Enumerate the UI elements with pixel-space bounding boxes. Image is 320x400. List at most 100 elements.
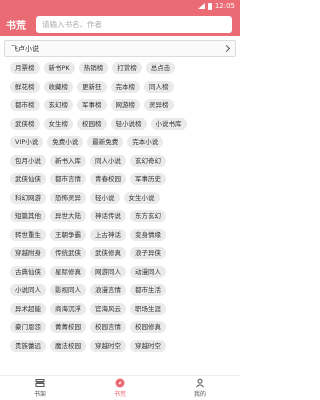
tag-row: 包月小说 新书入库 同人小说 玄幻奇幻 — [10, 154, 236, 167]
tag-row: 武侠仙侠 都市言情 青春校园 军事历史 — [10, 173, 236, 185]
signal-icon — [197, 3, 205, 9]
nav-item-bookshelf[interactable]: 书架 — [10, 378, 70, 398]
category-tag[interactable]: VIP小说 — [10, 136, 44, 148]
bottom-nav: 书架 书荒 我的 — [0, 375, 240, 400]
category-tag[interactable]: 恐怖灵异 — [50, 191, 86, 204]
category-tag[interactable]: 完本小说 — [127, 136, 164, 148]
tag-row: 科幻网游 恐怖灵异 轻小说 女生小说 — [10, 191, 236, 204]
category-tag[interactable]: 浪漫言情 — [90, 284, 126, 296]
category-tag[interactable]: 收藏榜 — [43, 80, 73, 93]
category-tag[interactable]: 武侠榜 — [10, 117, 40, 130]
category-tag[interactable]: 官海风云 — [90, 302, 126, 315]
tag-row: 豪门恩怨 菁菁校园 校园言情 校园修真 — [10, 321, 236, 333]
tag-row: 都市榜 玄幻榜 军事榜 网游榜 灵异榜 — [10, 99, 236, 111]
page-title: 书荒 — [6, 20, 26, 32]
category-tag[interactable]: 浪子异侠 — [130, 247, 166, 259]
search-input[interactable] — [36, 15, 232, 33]
category-tag[interactable]: 女生小说 — [123, 191, 160, 204]
category-tag[interactable]: 异术超能 — [10, 302, 46, 315]
tag-row: 古典仙侠 星际修真 网游同人 动漫同人 — [10, 265, 236, 278]
tag-row: 贵族蕾远 魔法校园 穿越时空 穿越时空 — [10, 339, 236, 352]
category-tag[interactable]: 武侠仙侠 — [10, 173, 46, 185]
category-tag[interactable]: 免费小说 — [47, 136, 84, 148]
category-tag[interactable]: 上古神话 — [90, 228, 126, 241]
category-tag[interactable]: 轻小说榜 — [110, 117, 147, 130]
category-tag[interactable]: 校园修真 — [130, 321, 166, 333]
category-tag[interactable]: 热销榜 — [78, 62, 109, 74]
tag-row: 转世重生 王朝争霸 上古神话 变身情缘 — [10, 228, 236, 241]
chevron-down-icon — [222, 44, 231, 53]
user-icon — [196, 378, 204, 388]
category-tag[interactable]: 最新免费 — [87, 136, 124, 148]
category-tag[interactable]: 打赏榜 — [112, 62, 142, 74]
tag-row: VIP小说 免费小说 最新免费 完本小说 — [10, 136, 236, 148]
category-tag[interactable]: 传统武侠 — [50, 247, 86, 259]
category-tag[interactable]: 贵族蕾远 — [10, 339, 46, 352]
category-tag[interactable]: 古典仙侠 — [10, 265, 46, 278]
category-tag[interactable]: 小说同人 — [10, 284, 46, 296]
category-tag[interactable]: 异世大陆 — [50, 210, 86, 222]
tag-row: 穿越附身 传统武侠 武侠修真 浪子异侠 — [10, 247, 236, 259]
nav-item-shuhuang[interactable]: 书荒 — [90, 378, 150, 398]
category-tag[interactable]: 女生榜 — [43, 117, 73, 130]
category-tag[interactable]: 东方玄幻 — [130, 210, 166, 222]
category-tag[interactable]: 玄幻榜 — [43, 99, 73, 111]
category-tag[interactable]: 鲜花榜 — [10, 80, 40, 93]
category-tag[interactable]: 青春校园 — [90, 173, 126, 185]
category-tag[interactable]: 都市生活 — [130, 284, 166, 296]
tag-row: 鲜花榜 收藏榜 更新狂 完本榜 同人榜 — [10, 80, 236, 93]
nav-label-shuhuang: 书荒 — [113, 391, 126, 398]
tag-row: 月票榜 新书PK 热销榜 打赏榜 总点击 — [10, 62, 236, 74]
category-tag[interactable]: 都市榜 — [10, 99, 40, 111]
category-tag[interactable]: 穿越时空 — [130, 339, 166, 352]
category-tag[interactable]: 玄幻奇幻 — [130, 154, 166, 167]
category-tag[interactable]: 军事榜 — [77, 99, 107, 111]
nav-label-mine: 我的 — [193, 391, 206, 398]
category-panel: 飞卢小说 月票榜 新书PK 热销榜 打赏榜 总点击 鲜花榜 收藏榜 更新狂 完本榜 同人榜 都市榜玄… — [4, 40, 236, 373]
bookshelf-icon — [35, 379, 45, 387]
category-tag[interactable]: 军事历史 — [130, 173, 166, 185]
category-tag[interactable]: 穿越时空 — [90, 339, 126, 352]
category-tag[interactable]: 魔法校园 — [50, 339, 86, 352]
category-tag[interactable]: 灵异榜 — [144, 99, 174, 111]
tag-row: 短篇其他 异世大陆 神话传说 东方玄幻 — [10, 210, 236, 222]
category-tag[interactable]: 小说书库 — [150, 117, 187, 130]
category-tag[interactable]: 总点击 — [145, 62, 176, 74]
category-dropdown-value: 飞卢小说 — [11, 44, 39, 53]
tag-list: 月票榜 新书PK 热销榜 打赏榜 总点击 鲜花榜 收藏榜 更新狂 完本榜 同人榜 都市榜 玄幻榜 军事榜… — [4, 57, 236, 352]
category-tag[interactable]: 月票榜 — [10, 62, 40, 74]
category-tag[interactable]: 科幻网游 — [10, 191, 46, 204]
category-tag[interactable]: 影视同人 — [50, 284, 86, 296]
category-tag[interactable]: 新书PK — [43, 62, 75, 74]
category-tag[interactable]: 轻小说 — [90, 191, 120, 204]
category-dropdown[interactable]: 飞卢小说 — [4, 40, 236, 57]
category-tag[interactable]: 更新狂 — [77, 80, 107, 93]
tag-row: 异术超能 商海沉浮 官海风云 职场生涯 — [10, 302, 236, 315]
category-tag[interactable]: 豪门恩怨 — [10, 321, 46, 333]
category-tag[interactable]: 动漫同人 — [130, 265, 166, 278]
category-tag[interactable]: 包月小说 — [10, 154, 46, 167]
tag-row: 小说同人 影视同人 浪漫言情 都市生活 — [10, 284, 236, 296]
category-tag[interactable]: 完本榜 — [110, 80, 140, 93]
category-tag[interactable]: 都市言情 — [50, 173, 86, 185]
category-tag[interactable]: 新书入库 — [50, 154, 86, 167]
category-tag[interactable]: 同人榜 — [144, 80, 174, 93]
category-tag[interactable]: 变身情缘 — [130, 228, 166, 241]
category-tag[interactable]: 同人小说 — [90, 154, 126, 167]
nav-item-mine[interactable]: 我的 — [170, 378, 230, 398]
category-tag[interactable]: 职场生涯 — [130, 302, 166, 315]
category-tag[interactable]: 校园言情 — [90, 321, 126, 333]
category-tag[interactable]: 武侠修真 — [90, 247, 126, 259]
category-tag[interactable]: 网游同人 — [90, 265, 126, 278]
category-tag[interactable]: 星际修真 — [50, 265, 86, 278]
status-bar: 12:05 — [0, 0, 240, 12]
category-tag[interactable]: 菁菁校园 — [50, 321, 86, 333]
category-tag[interactable]: 短篇其他 — [10, 210, 46, 222]
category-tag[interactable]: 神话传说 — [90, 210, 126, 222]
category-tag[interactable]: 转世重生 — [10, 228, 46, 241]
category-tag[interactable]: 校园榜 — [77, 117, 107, 130]
category-tag[interactable]: 王朝争霸 — [50, 228, 86, 241]
category-tag[interactable]: 网游榜 — [110, 99, 140, 111]
category-tag[interactable]: 商海沉浮 — [50, 302, 86, 315]
category-tag[interactable]: 穿越附身 — [10, 247, 46, 259]
